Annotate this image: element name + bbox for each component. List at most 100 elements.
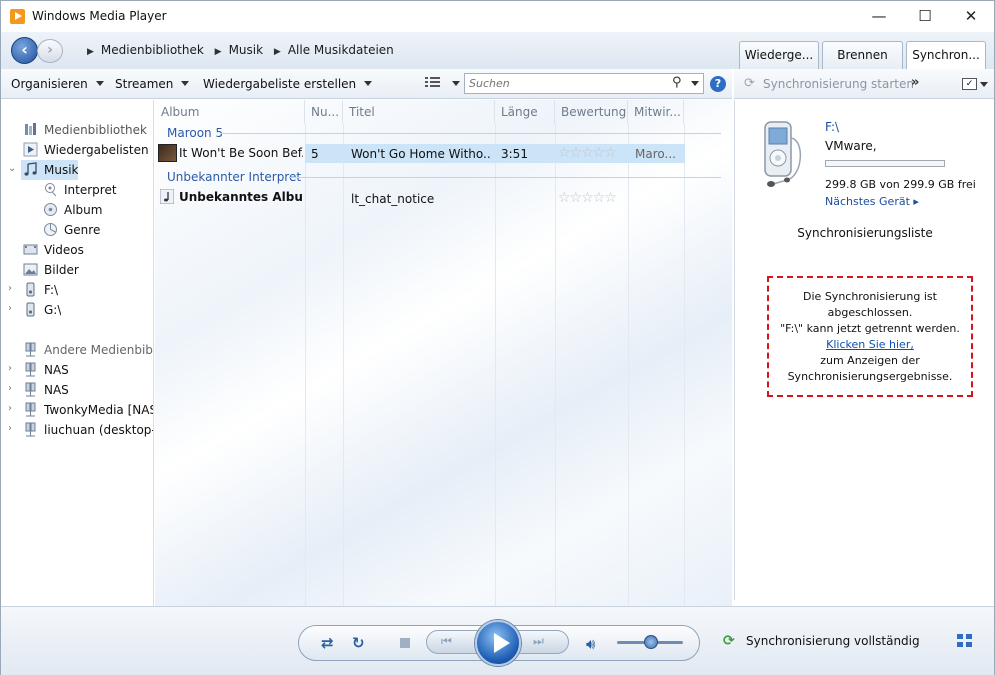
sidebar-item-artist[interactable]: Interpret: [43, 180, 117, 200]
expand-arrow-icon[interactable]: ›: [8, 423, 12, 434]
breadcrumb-music[interactable]: Musik: [229, 43, 264, 57]
tab-sync[interactable]: Synchron...: [906, 41, 986, 71]
shuffle-icon[interactable]: ⇄: [321, 634, 334, 652]
sidebar-item-nas-2[interactable]: NAS: [23, 380, 69, 400]
sidebar-item-album[interactable]: Album: [43, 200, 102, 220]
stop-icon[interactable]: [400, 638, 410, 648]
create-playlist-menu[interactable]: Wiedergabeliste erstellen: [203, 77, 372, 91]
more-options-button[interactable]: »: [911, 75, 919, 90]
column-header-length[interactable]: Länge: [495, 100, 555, 124]
portable-device-icon: [757, 118, 807, 188]
play-button[interactable]: [475, 620, 521, 666]
column-header-contributor[interactable]: Mitwir...: [628, 100, 684, 124]
rating-stars[interactable]: ☆☆☆☆☆: [558, 190, 617, 206]
start-sync-button[interactable]: Synchronisierung starten: [763, 77, 914, 91]
album-cell[interactable]: Unbekanntes Album: [179, 190, 303, 204]
sync-options-icon[interactable]: ✓: [962, 78, 977, 90]
window-title: Windows Media Player: [32, 9, 167, 23]
minimize-button[interactable]: —: [856, 1, 902, 32]
forward-button[interactable]: ›: [37, 39, 63, 63]
sidebar-item-genre[interactable]: Genre: [43, 220, 100, 240]
device-name[interactable]: F:\: [825, 120, 839, 134]
sidebar-item-drive-f[interactable]: F:\: [23, 280, 58, 300]
volume-slider-handle[interactable]: [644, 635, 658, 649]
expand-arrow-icon[interactable]: ⌄: [8, 163, 16, 174]
sync-results-link[interactable]: Klicken Sie hier,: [769, 337, 971, 353]
view-options-icon[interactable]: [425, 76, 447, 90]
rating-stars[interactable]: ☆☆☆☆☆: [558, 145, 617, 161]
sidebar-item-label: Videos: [44, 243, 84, 257]
tab-burn[interactable]: Brennen: [822, 41, 903, 70]
next-device-link[interactable]: Nächstes Gerät ▸: [825, 195, 919, 208]
sidebar-item-label: NAS: [44, 363, 69, 377]
network-library-icon: [23, 342, 38, 357]
stream-menu[interactable]: Streamen: [115, 77, 189, 91]
sync-list-heading: Synchronisierungsliste: [797, 226, 933, 240]
navigation-pane: Medienbibliothek Wiedergabelisten ⌄ Musi…: [1, 100, 154, 606]
sidebar-item-label: Genre: [64, 223, 101, 237]
album-cell[interactable]: It Won't Be Soon Bef...: [179, 146, 303, 160]
chevron-right-icon: ▶: [214, 47, 222, 57]
sidebar-item-nas-1[interactable]: NAS: [23, 360, 69, 380]
network-library-icon: [23, 422, 38, 437]
column-header-rating[interactable]: Bewertung: [555, 100, 628, 124]
column-header-track-number[interactable]: Nu...: [305, 100, 343, 124]
sidebar-item-music[interactable]: Musik: [21, 160, 78, 180]
back-button[interactable]: ‹: [11, 37, 38, 64]
sidebar-item-label: Andere Medienbibliot: [44, 343, 153, 357]
expand-arrow-icon[interactable]: ›: [8, 383, 12, 394]
message-line: "F:\" kann jetzt getrennt werden.: [780, 322, 960, 335]
expand-arrow-icon[interactable]: ›: [8, 363, 12, 374]
expand-arrow-icon[interactable]: ›: [8, 303, 12, 314]
sidebar-item-twonky[interactable]: TwonkyMedia [NAS]: [23, 400, 153, 420]
sidebar-item-label: TwonkyMedia [NAS]: [44, 403, 153, 417]
album-art-thumbnail: [158, 144, 177, 162]
picture-icon: [23, 262, 38, 277]
message-line: Synchronisierungsergebnisse.: [787, 370, 953, 383]
maximize-button[interactable]: ☐: [902, 1, 948, 32]
chevron-right-icon: ▶: [87, 47, 94, 57]
player-controls-bar: ⇄ ↻ 🔊︎ ⏮︎ ⏭︎ ⟳ Synchronisierung vollstän…: [1, 606, 994, 675]
breadcrumb-library[interactable]: Medienbibliothek: [101, 43, 204, 57]
sidebar-item-label: Bilder: [44, 263, 79, 277]
volume-icon[interactable]: 🔊︎: [586, 635, 595, 653]
storage-text: 299.8 GB von 299.9 GB frei: [825, 178, 976, 191]
sidebar-item-playlists[interactable]: Wiedergabelisten: [23, 140, 149, 160]
search-icon[interactable]: ⚲: [672, 75, 682, 90]
sidebar-item-pictures[interactable]: Bilder: [23, 260, 79, 280]
group-header-artist[interactable]: Maroon 5: [167, 126, 223, 140]
repeat-icon[interactable]: ↻: [352, 634, 365, 652]
expand-arrow-icon[interactable]: ›: [8, 283, 12, 294]
next-icon[interactable]: ⏭︎: [533, 634, 544, 649]
tab-play[interactable]: Wiederge...: [739, 41, 819, 70]
column-divider: [684, 124, 685, 606]
expand-arrow-icon[interactable]: ›: [8, 403, 12, 414]
group-header-artist[interactable]: Unbekannter Interpret: [167, 170, 301, 184]
sidebar-item-other-libraries[interactable]: Andere Medienbibliot: [23, 340, 153, 360]
sidebar-item-liuchuan[interactable]: liuchuan (desktop-q: [23, 420, 153, 440]
title-cell[interactable]: lt_chat_notice: [351, 192, 434, 206]
group-divider: [290, 177, 721, 178]
organize-menu[interactable]: Organisieren: [11, 77, 104, 91]
column-header-title[interactable]: Titel: [343, 100, 495, 124]
sync-start-icon: ⟳: [744, 76, 755, 91]
search-input[interactable]: [465, 74, 665, 93]
sidebar-item-videos[interactable]: Videos: [23, 240, 84, 260]
close-button[interactable]: ✕: [948, 1, 994, 32]
search-box[interactable]: ⚲: [464, 73, 704, 94]
column-header-album[interactable]: Album: [155, 100, 305, 124]
search-dropdown-icon[interactable]: [691, 81, 699, 86]
sync-options-dropdown-icon[interactable]: [980, 82, 988, 87]
track-number-cell: 5: [311, 147, 319, 161]
previous-icon[interactable]: ⏮︎: [441, 634, 452, 649]
title-cell[interactable]: Won't Go Home Witho...: [351, 147, 491, 161]
sidebar-item-library[interactable]: Medienbibliothek: [23, 120, 147, 140]
help-button[interactable]: ?: [710, 76, 726, 92]
breadcrumb-all-music[interactable]: Alle Musikdateien: [288, 43, 394, 57]
sync-pane: F:\ VMware, 299.8 GB von 299.9 GB frei N…: [734, 100, 994, 600]
view-options-dropdown-icon[interactable]: [452, 81, 460, 86]
sidebar-item-drive-g[interactable]: G:\: [23, 300, 61, 320]
library-icon: [23, 122, 38, 137]
message-line: abgeschlossen.: [827, 306, 913, 319]
switch-to-now-playing-icon[interactable]: [957, 634, 973, 648]
